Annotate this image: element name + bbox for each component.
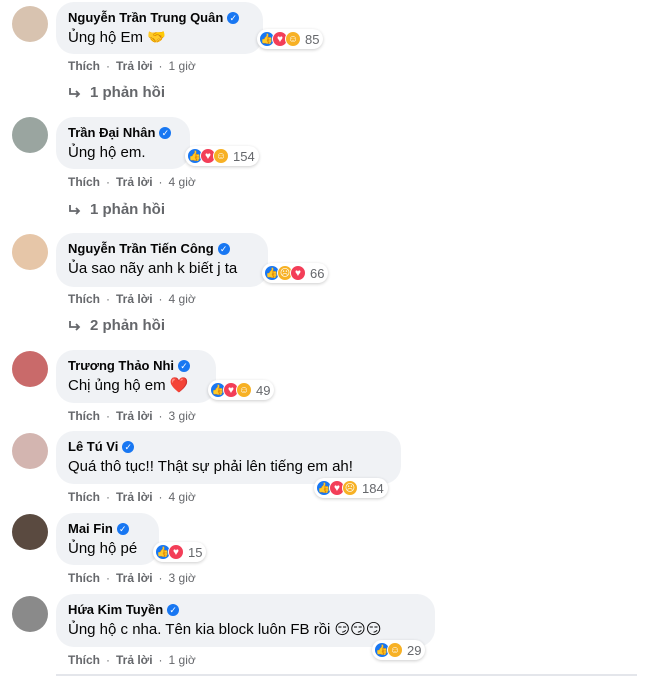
- love-icon: ♥: [290, 265, 306, 281]
- author-name[interactable]: Mai Fin: [68, 521, 113, 537]
- reply-button[interactable]: Trả lời: [116, 489, 153, 505]
- verified-badge-icon: ✓: [122, 441, 135, 453]
- reaction-summary[interactable]: 👍 ♥ ☺ 49: [208, 380, 275, 400]
- view-replies-link[interactable]: 1 phản hồi: [68, 83, 165, 103]
- reaction-summary[interactable]: 👍 ♥ ☹ 184: [314, 478, 388, 498]
- avatar[interactable]: [12, 117, 48, 153]
- verified-badge-icon: ✓: [178, 360, 191, 372]
- care-icon: ☺: [285, 31, 301, 47]
- reaction-summary[interactable]: 👍 ☺ 29: [372, 640, 426, 660]
- comment-text: Ủng hộ Em: [68, 29, 144, 46]
- heart-emoji: ❤️: [169, 377, 189, 395]
- author-name[interactable]: Nguyễn Trần Trung Quân: [68, 10, 223, 26]
- avatar[interactable]: [12, 351, 48, 387]
- reply-arrow-icon: [69, 205, 81, 215]
- care-icon: ☺: [236, 382, 252, 398]
- reply-button[interactable]: Trả lời: [116, 291, 153, 307]
- comment-bubble: Trương Thảo Nhi ✓ Chị ủng hộ em ❤️: [56, 350, 216, 403]
- reply-button[interactable]: Trả lời: [116, 652, 153, 668]
- reply-button[interactable]: Trả lời: [116, 58, 153, 74]
- reaction-summary[interactable]: 👍 ☹ ♥ 66: [262, 263, 329, 283]
- reaction-summary[interactable]: 👍 ♥ ☺ 154: [185, 146, 259, 166]
- view-replies-link[interactable]: 1 phản hồi: [68, 200, 165, 220]
- avatar[interactable]: [12, 596, 48, 632]
- author-name[interactable]: Trương Thảo Nhi: [68, 358, 174, 374]
- timestamp[interactable]: 4 giờ: [169, 489, 196, 505]
- comment-text: Ủa sao nãy anh k biết j ta: [68, 260, 238, 277]
- comment-bubble: Hứa Kim Tuyền ✓ Ủng hộ c nha. Tên kia blo…: [56, 594, 435, 647]
- like-button[interactable]: Thích: [68, 174, 100, 190]
- comment-text: Chị ủng hộ em: [68, 377, 166, 394]
- reaction-count: 15: [188, 544, 203, 560]
- verified-badge-icon: ✓: [217, 243, 230, 255]
- avatar[interactable]: [12, 433, 48, 469]
- reply-arrow-icon: [69, 321, 81, 331]
- comment-bubble: Lê Tú Vi ✓ Quá thô tục!! Thật sự phải lên…: [56, 431, 401, 484]
- view-replies-link[interactable]: 2 phản hồi: [68, 316, 165, 336]
- author-name[interactable]: Nguyễn Trần Tiến Công: [68, 241, 214, 257]
- reply-arrow-icon: [69, 88, 81, 98]
- care-icon: ☺: [213, 148, 229, 164]
- sad-icon: ☹: [342, 480, 358, 496]
- timestamp[interactable]: 3 giờ: [169, 570, 196, 586]
- replies-count: 2 phản hồi: [90, 317, 165, 334]
- avatar[interactable]: [12, 6, 48, 42]
- reaction-count: 154: [233, 148, 255, 164]
- reply-button[interactable]: Trả lời: [116, 570, 153, 586]
- comment-text: Ủng hộ c nha. Tên kia block luôn FB rồi: [68, 621, 331, 638]
- reaction-count: 29: [407, 642, 422, 658]
- timestamp[interactable]: 4 giờ: [169, 291, 196, 307]
- like-button[interactable]: Thích: [68, 489, 100, 505]
- comment-bubble: Trần Đại Nhân ✓ Ủng hộ em.: [56, 117, 190, 169]
- like-button[interactable]: Thích: [68, 291, 100, 307]
- reaction-count: 49: [256, 382, 271, 398]
- timestamp[interactable]: 4 giờ: [169, 174, 196, 190]
- avatar[interactable]: [12, 514, 48, 550]
- verified-badge-icon: ✓: [227, 12, 240, 24]
- timestamp[interactable]: 1 giờ: [169, 58, 196, 74]
- reply-button[interactable]: Trả lời: [116, 408, 153, 424]
- reaction-count: 184: [362, 480, 384, 496]
- reaction-count: 66: [310, 265, 325, 281]
- comment-text: Ủng hộ pé: [68, 540, 138, 557]
- comment-text: Ủng hộ em.: [68, 144, 146, 161]
- smirk-emoji: 😏😏😏: [334, 621, 382, 639]
- verified-badge-icon: ✓: [159, 127, 172, 139]
- reaction-count: 85: [305, 31, 320, 47]
- replies-count: 1 phản hồi: [90, 201, 165, 218]
- comment-bubble: Nguyễn Trần Tiến Công ✓ Ủa sao nãy anh k …: [56, 233, 268, 287]
- like-button[interactable]: Thích: [68, 408, 100, 424]
- verified-badge-icon: ✓: [116, 523, 129, 535]
- like-button[interactable]: Thích: [68, 58, 100, 74]
- avatar[interactable]: [12, 234, 48, 270]
- timestamp[interactable]: 1 giờ: [169, 652, 196, 668]
- comment-bubble: Mai Fin ✓ Ủng hộ pé: [56, 513, 159, 565]
- author-name[interactable]: Trần Đại Nhân: [68, 125, 155, 141]
- reply-button[interactable]: Trả lời: [116, 174, 153, 190]
- author-name[interactable]: Hứa Kim Tuyền: [68, 602, 163, 618]
- like-button[interactable]: Thích: [68, 652, 100, 668]
- author-name[interactable]: Lê Tú Vi: [68, 439, 118, 455]
- love-icon: ♥: [168, 544, 184, 560]
- like-button[interactable]: Thích: [68, 570, 100, 586]
- comment-text: Quá thô tục!! Thật sự phải lên tiếng em …: [68, 458, 353, 475]
- replies-count: 1 phản hồi: [90, 84, 165, 101]
- comment-bubble: Nguyễn Trần Trung Quân ✓ Ủng hộ Em 🤝: [56, 2, 263, 54]
- verified-badge-icon: ✓: [167, 604, 180, 616]
- handshake-emoji: 🤝: [147, 29, 166, 47]
- timestamp[interactable]: 3 giờ: [169, 408, 196, 424]
- care-icon: ☺: [387, 642, 403, 658]
- reaction-summary[interactable]: 👍 ♥ 15: [153, 542, 207, 562]
- reaction-summary[interactable]: 👍 ♥ ☺ 85: [257, 29, 324, 49]
